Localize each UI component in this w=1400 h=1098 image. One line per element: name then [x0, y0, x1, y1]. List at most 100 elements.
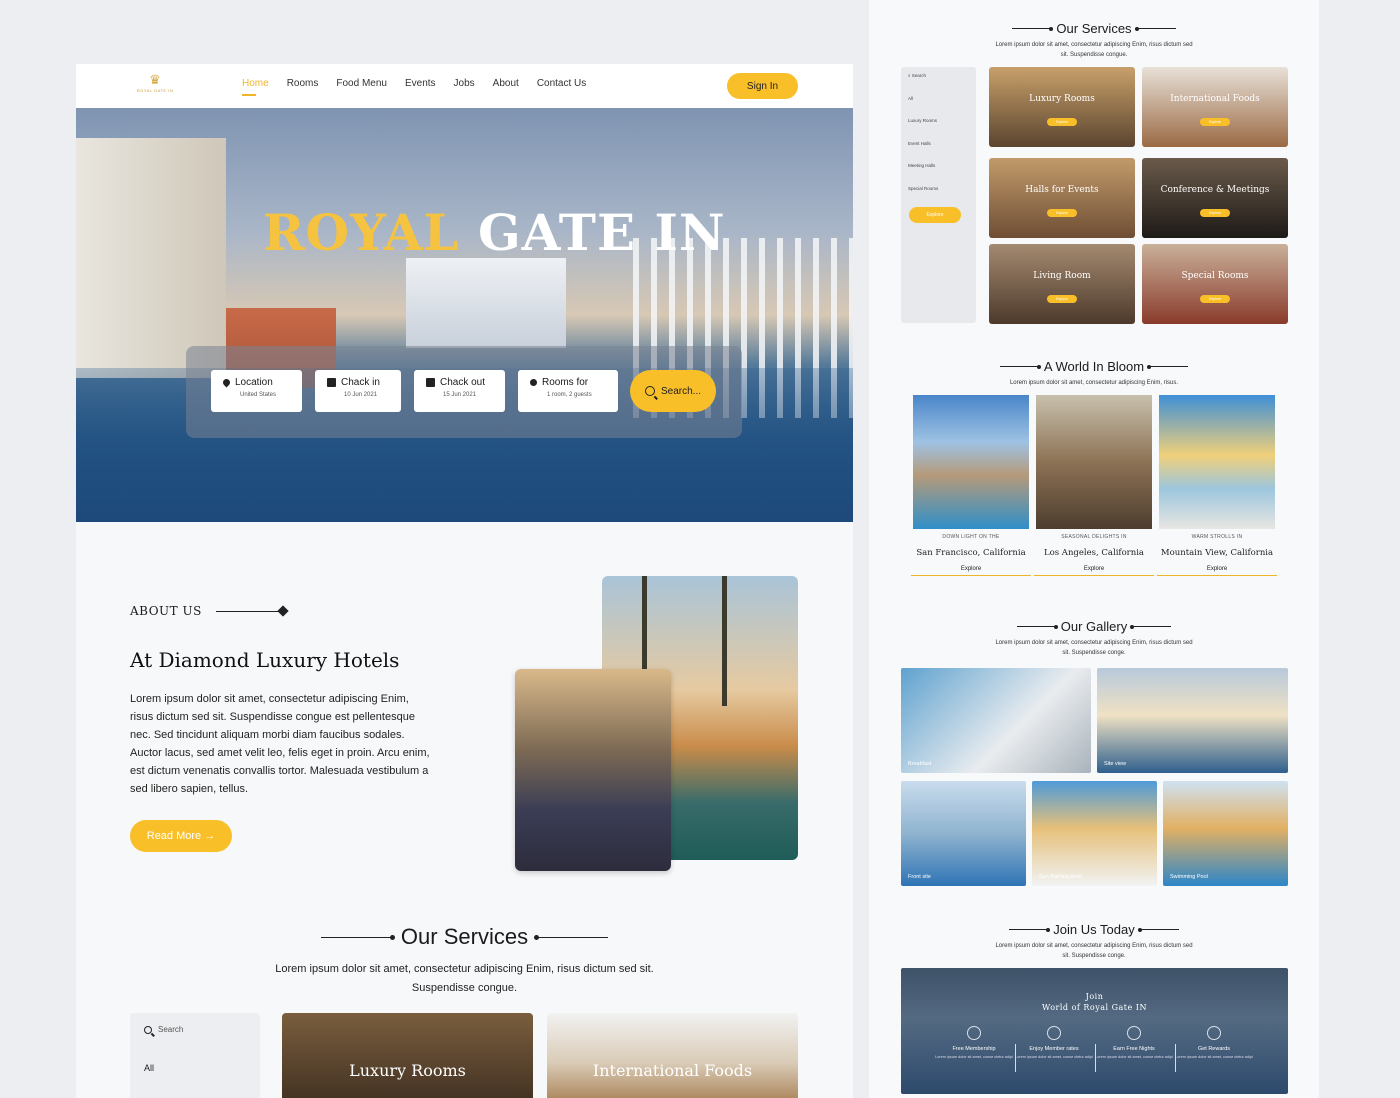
- search-button[interactable]: Search...: [630, 370, 716, 412]
- location-pin-icon: [221, 377, 232, 388]
- explore-button[interactable]: Explore: [1047, 209, 1077, 217]
- service-card-living-room[interactable]: Living Room Explore: [989, 244, 1135, 324]
- bloom-explore-link[interactable]: Explore: [911, 566, 1031, 576]
- service-card-title: Conference & Meetings: [1160, 185, 1270, 195]
- service-card-international-foods[interactable]: International Foods Explore: [1142, 67, 1288, 147]
- gallery-item-sun-bathing-area[interactable]: Sun Bathing Area: [1032, 781, 1157, 886]
- kicker-line: [215, 610, 280, 612]
- bloom-subtitle: Lorem ipsum dolor sit amet, consectetur …: [1009, 380, 1179, 386]
- services-filter-panel: Search All: [130, 1013, 260, 1098]
- service-card-luxury-rooms[interactable]: Luxury Rooms Explore: [989, 67, 1135, 147]
- check-out-label: Chack out: [440, 377, 486, 388]
- bloom-kicker: WARM STROLLS IN: [1191, 534, 1243, 540]
- explore-button[interactable]: Explore: [1047, 295, 1077, 303]
- service-card-conference-meetings[interactable]: Conference & Meetings Explore: [1142, 158, 1288, 238]
- title-rule: [1134, 26, 1176, 31]
- membership-icon: [967, 1026, 981, 1040]
- hero-banner: ROYAL GATE IN Location United States Cha…: [76, 108, 853, 522]
- bloom-explore-link[interactable]: Explore: [1034, 566, 1154, 576]
- gallery-subtitle: Lorem ipsum dolor sit amet, consectetur …: [995, 640, 1193, 656]
- bloom-caption-1: DOWN LIGHT ON THE San Francisco, Califor…: [911, 534, 1031, 576]
- hero-image-palace: [406, 258, 566, 348]
- services-header: Our Services Lorem ipsum dolor sit amet,…: [76, 924, 853, 998]
- nav-contact-us[interactable]: Contact Us: [537, 78, 586, 92]
- services-header-small: Our Services Lorem ipsum dolor sit amet,…: [869, 16, 1319, 60]
- user-icon: [530, 379, 537, 386]
- nav-about[interactable]: About: [493, 78, 519, 92]
- logo-text: ROYAL GATE IN: [136, 88, 174, 93]
- perk-title: Free Membership: [952, 1046, 996, 1052]
- perk-title: Get Rewards: [1197, 1046, 1231, 1052]
- nav-rooms[interactable]: Rooms: [287, 78, 319, 92]
- service-card-special-rooms[interactable]: Special Rooms Explore: [1142, 244, 1288, 324]
- read-more-button[interactable]: Read More →: [130, 820, 232, 852]
- bloom-explore-link[interactable]: Explore: [1157, 566, 1277, 576]
- explore-button[interactable]: Explore: [1200, 209, 1230, 217]
- bloom-caption-2: SEASONAL DELIGHTS IN Los Angeles, Califo…: [1034, 534, 1154, 576]
- perk-title: Enjoy Member rates: [1029, 1046, 1079, 1052]
- sign-in-button[interactable]: Sign In: [727, 73, 798, 99]
- gallery-item-front-site[interactable]: Front site: [901, 781, 1026, 886]
- explore-button[interactable]: Explore: [1047, 118, 1077, 126]
- hero-title: ROYAL GATE IN: [263, 203, 726, 262]
- filter-all[interactable]: All: [144, 1063, 154, 1073]
- nav-home[interactable]: Home: [242, 78, 269, 96]
- check-in-field[interactable]: Chack in 10 Jun 2021: [315, 370, 401, 412]
- brand-logo[interactable]: ♛ ROYAL GATE IN: [131, 72, 179, 100]
- nav-food-menu[interactable]: Food Menu: [336, 78, 387, 92]
- main-menu: Home Rooms Food Menu Events Jobs About C…: [242, 78, 586, 96]
- filter-event-halls[interactable]: Event Halls: [908, 141, 931, 146]
- nav-jobs[interactable]: Jobs: [454, 78, 475, 92]
- bloom-image-los-angeles: [1036, 395, 1152, 529]
- explore-button[interactable]: Explore: [1200, 118, 1230, 126]
- landing-page-continued: Our Services Lorem ipsum dolor sit amet,…: [869, 0, 1319, 1098]
- bloom-image-san-francisco: [913, 395, 1029, 529]
- search-placeholder: Search: [158, 1025, 184, 1034]
- title-rule: [1012, 26, 1054, 31]
- rooms-value: 1 room, 2 guests: [547, 392, 592, 398]
- filter-meeting-halls[interactable]: Meeting Halls: [908, 163, 935, 168]
- gallery-header: Our Gallery Lorem ipsum dolor sit amet, …: [869, 614, 1319, 658]
- service-card-international-foods[interactable]: International Foods: [547, 1013, 798, 1098]
- perk-desc: Lorem ipsum dolor sit amet, conse ctetur…: [935, 1055, 1013, 1059]
- explore-button[interactable]: Explore: [1200, 295, 1230, 303]
- title-rule: [1147, 364, 1189, 369]
- service-card-luxury-rooms[interactable]: Luxury Rooms: [282, 1013, 533, 1098]
- services-search-input[interactable]: ⌕ Search: [908, 73, 926, 78]
- service-card-title: Living Room: [1033, 271, 1091, 281]
- bloom-city: Mountain View, California: [1160, 548, 1274, 558]
- about-heading: At Diamond Luxury Hotels: [130, 648, 400, 672]
- gallery-item-breakfast[interactable]: Breakfast: [901, 668, 1091, 773]
- service-card-title: Special Rooms: [1181, 271, 1249, 281]
- about-kicker-text: ABOUT US: [130, 604, 202, 618]
- gallery-item-swimming-pool[interactable]: Swimming Pool: [1163, 781, 1288, 886]
- services-title-text: Our Services: [400, 924, 529, 949]
- explore-button[interactable]: Explore: [909, 207, 961, 223]
- service-card-halls-for-events[interactable]: Halls for Events Explore: [989, 158, 1135, 238]
- location-field[interactable]: Location United States: [211, 370, 302, 412]
- filter-special-rooms[interactable]: Special Rooms: [908, 186, 938, 191]
- perk-member-rates: Enjoy Member rates Lorem ipsum dolor sit …: [1014, 1026, 1094, 1060]
- service-card-title: Luxury Rooms: [349, 1061, 466, 1080]
- bloom-title: A World In Bloom: [999, 359, 1189, 374]
- calendar-icon: [426, 378, 435, 387]
- bloom-image-mountain-view: [1159, 395, 1275, 529]
- hero-image-building: [76, 138, 226, 378]
- rooms-field[interactable]: Rooms for 1 room, 2 guests: [518, 370, 618, 412]
- join-header: Join Us Today Lorem ipsum dolor sit amet…: [869, 917, 1319, 961]
- nav-events[interactable]: Events: [405, 78, 436, 92]
- diamond-icon: [277, 605, 289, 617]
- join-subtitle: Lorem ipsum dolor sit amet, consectetur …: [995, 943, 1193, 959]
- perk-title: Earn Free Nights: [1113, 1046, 1155, 1052]
- service-card-title: International Foods: [592, 1061, 753, 1080]
- bloom-title-text: A World In Bloom: [1043, 359, 1145, 374]
- location-value: United States: [240, 392, 277, 398]
- rooms-label: Rooms for: [542, 377, 589, 388]
- filter-luxury-rooms[interactable]: Luxury Rooms: [908, 118, 937, 123]
- filter-all[interactable]: All: [908, 96, 913, 101]
- title-rule: [1130, 624, 1172, 629]
- about-body: Lorem ipsum dolor sit amet, consectetur …: [130, 693, 430, 795]
- gallery-item-site-view[interactable]: Site view: [1097, 668, 1288, 773]
- check-out-field[interactable]: Chack out 15 Jun 2021: [414, 370, 505, 412]
- services-search-input[interactable]: Search: [144, 1025, 183, 1034]
